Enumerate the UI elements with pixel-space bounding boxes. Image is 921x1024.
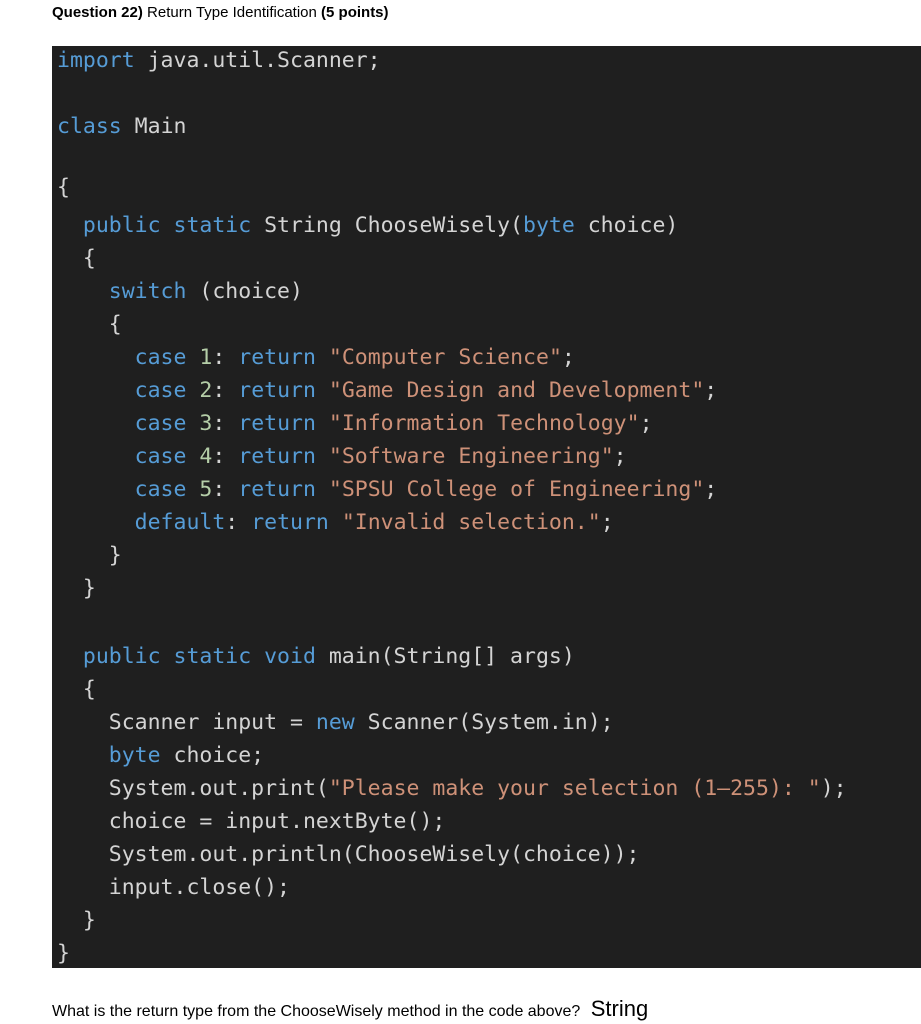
code-line-21: System.out.print("Please make your selec… [57, 774, 847, 804]
question-points: (5 points) [321, 4, 389, 21]
code-text: : [225, 510, 239, 535]
brace: } [108, 543, 122, 568]
code-text: choice) [574, 213, 679, 238]
code-line-18: { [57, 675, 96, 705]
keyword: case [134, 444, 187, 469]
code-text: input.close(); [108, 875, 290, 900]
code-text: ; [639, 411, 653, 436]
code-text: System.out.print( [108, 776, 329, 801]
keyword: default [134, 510, 226, 535]
string-literal: "SPSU College of Engineering" [328, 477, 705, 502]
code-line-4: public static String ChooseWisely(byte c… [57, 211, 678, 241]
code-block: import java.util.Scanner; class Main { p… [52, 46, 921, 968]
brace: } [82, 576, 96, 601]
code-text: : [212, 345, 226, 370]
string-literal: "Please make your selection (1–255): " [328, 776, 821, 801]
code-text: Scanner input = [108, 710, 316, 735]
code-text: choice = input.nextByte(); [108, 809, 446, 834]
brace: { [82, 677, 96, 702]
answer-row: What is the return type from the ChooseW… [52, 996, 648, 1022]
code-line-20: byte choice; [57, 741, 264, 771]
code-line-case-2: case 2: return "Game Design and Developm… [57, 376, 718, 406]
code-line-22: choice = input.nextByte(); [57, 807, 446, 837]
code-text: : [212, 477, 226, 502]
code-line-1: import java.util.Scanner; [57, 46, 381, 76]
keyword: switch [108, 279, 187, 304]
answer-value[interactable]: String [591, 996, 648, 1021]
question-number: Question 22) [52, 4, 143, 21]
question-title: Question 22) Return Type Identification … [52, 4, 389, 21]
string-literal: "Game Design and Development" [328, 378, 705, 403]
code-line-25: } [57, 906, 96, 936]
code-line-14: } [57, 541, 122, 571]
code-line-15: } [57, 574, 96, 604]
string-literal: "Computer Science" [328, 345, 562, 370]
brace: } [57, 941, 70, 966]
number: 4 [199, 444, 213, 469]
code-text: main(String[] args) [315, 644, 575, 669]
code-text: (choice) [186, 279, 303, 304]
code-text: ); [820, 776, 847, 801]
code-text: ; [613, 444, 627, 469]
code-text: Scanner(System.in); [354, 710, 614, 735]
keyword: return [251, 510, 329, 535]
string-literal: "Invalid selection." [341, 510, 601, 535]
keyword: public static void [82, 644, 316, 669]
number: 1 [199, 345, 213, 370]
code-text: Main [121, 114, 187, 139]
keyword: return [238, 477, 316, 502]
code-line-case-1: case 1: return "Computer Science"; [57, 343, 575, 373]
code-text: : [212, 444, 226, 469]
code-text: ; [704, 477, 718, 502]
answer-question: What is the return type from the ChooseW… [52, 1003, 581, 1020]
code-text: ; [561, 345, 575, 370]
keyword: case [134, 378, 187, 403]
brace: { [82, 246, 96, 271]
code-text: : [212, 378, 226, 403]
code-text: System.out.println(ChooseWisely(choice))… [108, 842, 640, 867]
code-line-3: { [57, 173, 70, 203]
code-line-case-3: case 3: return "Information Technology"; [57, 409, 653, 439]
code-line-5: { [57, 244, 96, 274]
brace: { [57, 175, 70, 200]
code-line-6: switch (choice) [57, 277, 303, 307]
code-text: ; [600, 510, 614, 535]
code-line-7: { [57, 310, 122, 340]
keyword: new [315, 710, 355, 735]
code-line-23: System.out.println(ChooseWisely(choice))… [57, 840, 640, 870]
number: 2 [199, 378, 213, 403]
code-text: : [212, 411, 226, 436]
question-topic: Return Type Identification [147, 4, 317, 21]
code-line-case-5: case 5: return "SPSU College of Engineer… [57, 475, 718, 505]
keyword: return [238, 345, 316, 370]
code-text: choice; [160, 743, 265, 768]
keyword: case [134, 477, 187, 502]
brace: { [108, 312, 122, 337]
keyword: byte [523, 213, 575, 238]
keyword: case [134, 345, 187, 370]
keyword: byte [108, 743, 161, 768]
code-text: java.util.Scanner; [134, 48, 381, 73]
number: 3 [199, 411, 213, 436]
keyword: case [134, 411, 187, 436]
number: 5 [199, 477, 213, 502]
string-literal: "Software Engineering" [328, 444, 614, 469]
keyword: public static [82, 213, 252, 238]
code-line-case-4: case 4: return "Software Engineering"; [57, 442, 627, 472]
brace: } [82, 908, 96, 933]
code-line-17: public static void main(String[] args) [57, 642, 575, 672]
keyword: return [238, 444, 316, 469]
keyword: import [57, 48, 135, 73]
code-line-default: default: return "Invalid selection."; [57, 508, 614, 538]
keyword: return [238, 378, 316, 403]
code-line-24: input.close(); [57, 873, 290, 903]
keyword: return [238, 411, 316, 436]
code-line-2: class Main [57, 112, 186, 142]
keyword: class [57, 114, 122, 139]
code-line-26: } [57, 939, 70, 969]
code-text: String ChooseWisely( [251, 213, 523, 238]
code-text: ; [704, 378, 718, 403]
code-line-19: Scanner input = new Scanner(System.in); [57, 708, 614, 738]
string-literal: "Information Technology" [328, 411, 640, 436]
